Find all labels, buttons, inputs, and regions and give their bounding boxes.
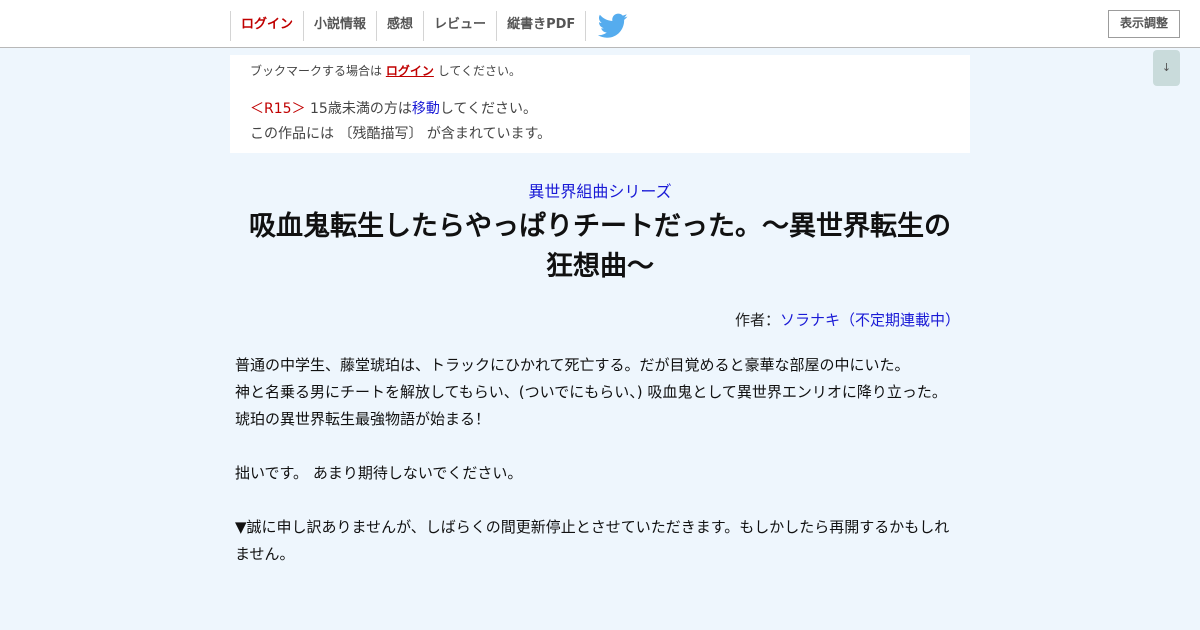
synopsis-line: 拙いです。 あまり期待しないでください。 [235, 464, 523, 482]
nav-reviews[interactable]: レビュー [423, 11, 496, 41]
bookmark-login-link[interactable]: ログイン [386, 64, 434, 78]
synopsis-line: 普通の中学生、藤堂琥珀は、トラックにひかれて死亡する。だが目覚めると豪華な部屋の… [235, 356, 910, 374]
author-line: 作者：ソラナキ（不定期連載中） [230, 309, 960, 330]
nav-novel-info[interactable]: 小説情報 [303, 11, 376, 41]
synopsis-line: ません。 [235, 545, 295, 563]
bookmark-notice: ブックマークする場合は ログイン してください。 [250, 62, 521, 79]
r15-move-link[interactable]: 移動 [412, 101, 440, 117]
author-link[interactable]: ソラナキ（不定期連載中） [780, 311, 960, 329]
scroll-down-button[interactable]: ↓ [1153, 50, 1180, 86]
content-warning: この作品には 〔残酷描写〕 が含まれています。 [250, 126, 552, 142]
r15-notice: ＜R15＞ 15歳未満の方は移動してください。 [250, 98, 537, 118]
nav-login[interactable]: ログイン [230, 11, 303, 41]
r15-tag: ＜R15＞ [250, 101, 306, 117]
synopsis-line: 神と名乗る男にチートを解放してもらい、(ついでにもらい、) 吸血鬼として異世界エ… [235, 383, 947, 401]
novel-title-line2: 狂想曲〜 [546, 251, 654, 282]
novel-title: 吸血鬼転生したらやっぱりチートだった。〜異世界転生の 狂想曲〜 [236, 207, 964, 287]
display-settings-button[interactable]: 表示調整 [1108, 10, 1180, 38]
novel-title-line1: 吸血鬼転生したらやっぱりチートだった。〜異世界転生の [249, 211, 951, 242]
synopsis-line [235, 433, 965, 460]
nav-impressions[interactable]: 感想 [376, 11, 423, 41]
nav-vertical-pdf[interactable]: 縦書きPDF [496, 11, 587, 41]
bookmark-suffix: してください。 [437, 64, 521, 78]
notice-box: ブックマークする場合は ログイン してください。 ＜R15＞ 15歳未満の方は移… [230, 55, 970, 153]
author-label: 作者： [734, 311, 780, 329]
twitter-bird-icon[interactable] [597, 13, 628, 39]
r15-text: 15歳未満の方は [310, 101, 412, 117]
synopsis-line [235, 487, 965, 514]
synopsis: 普通の中学生、藤堂琥珀は、トラックにひかれて死亡する。だが目覚めると豪華な部屋の… [235, 352, 965, 568]
bookmark-prefix: ブックマークする場合は [250, 64, 383, 78]
r15-suffix: してください。 [439, 101, 537, 117]
top-navigation-bar: ログイン 小説情報 感想 レビュー 縦書きPDF 表示調整 [0, 0, 1200, 48]
synopsis-line: ▼誠に申し訳ありませんが、しばらくの間更新停止とさせていただきます。もしかしたら… [235, 518, 950, 536]
series-link[interactable]: 異世界組曲シリーズ [230, 178, 970, 202]
synopsis-line: 琥珀の異世界転生最強物語が始まる！ [235, 410, 491, 428]
main-nav: ログイン 小説情報 感想 レビュー 縦書きPDF [230, 11, 587, 41]
